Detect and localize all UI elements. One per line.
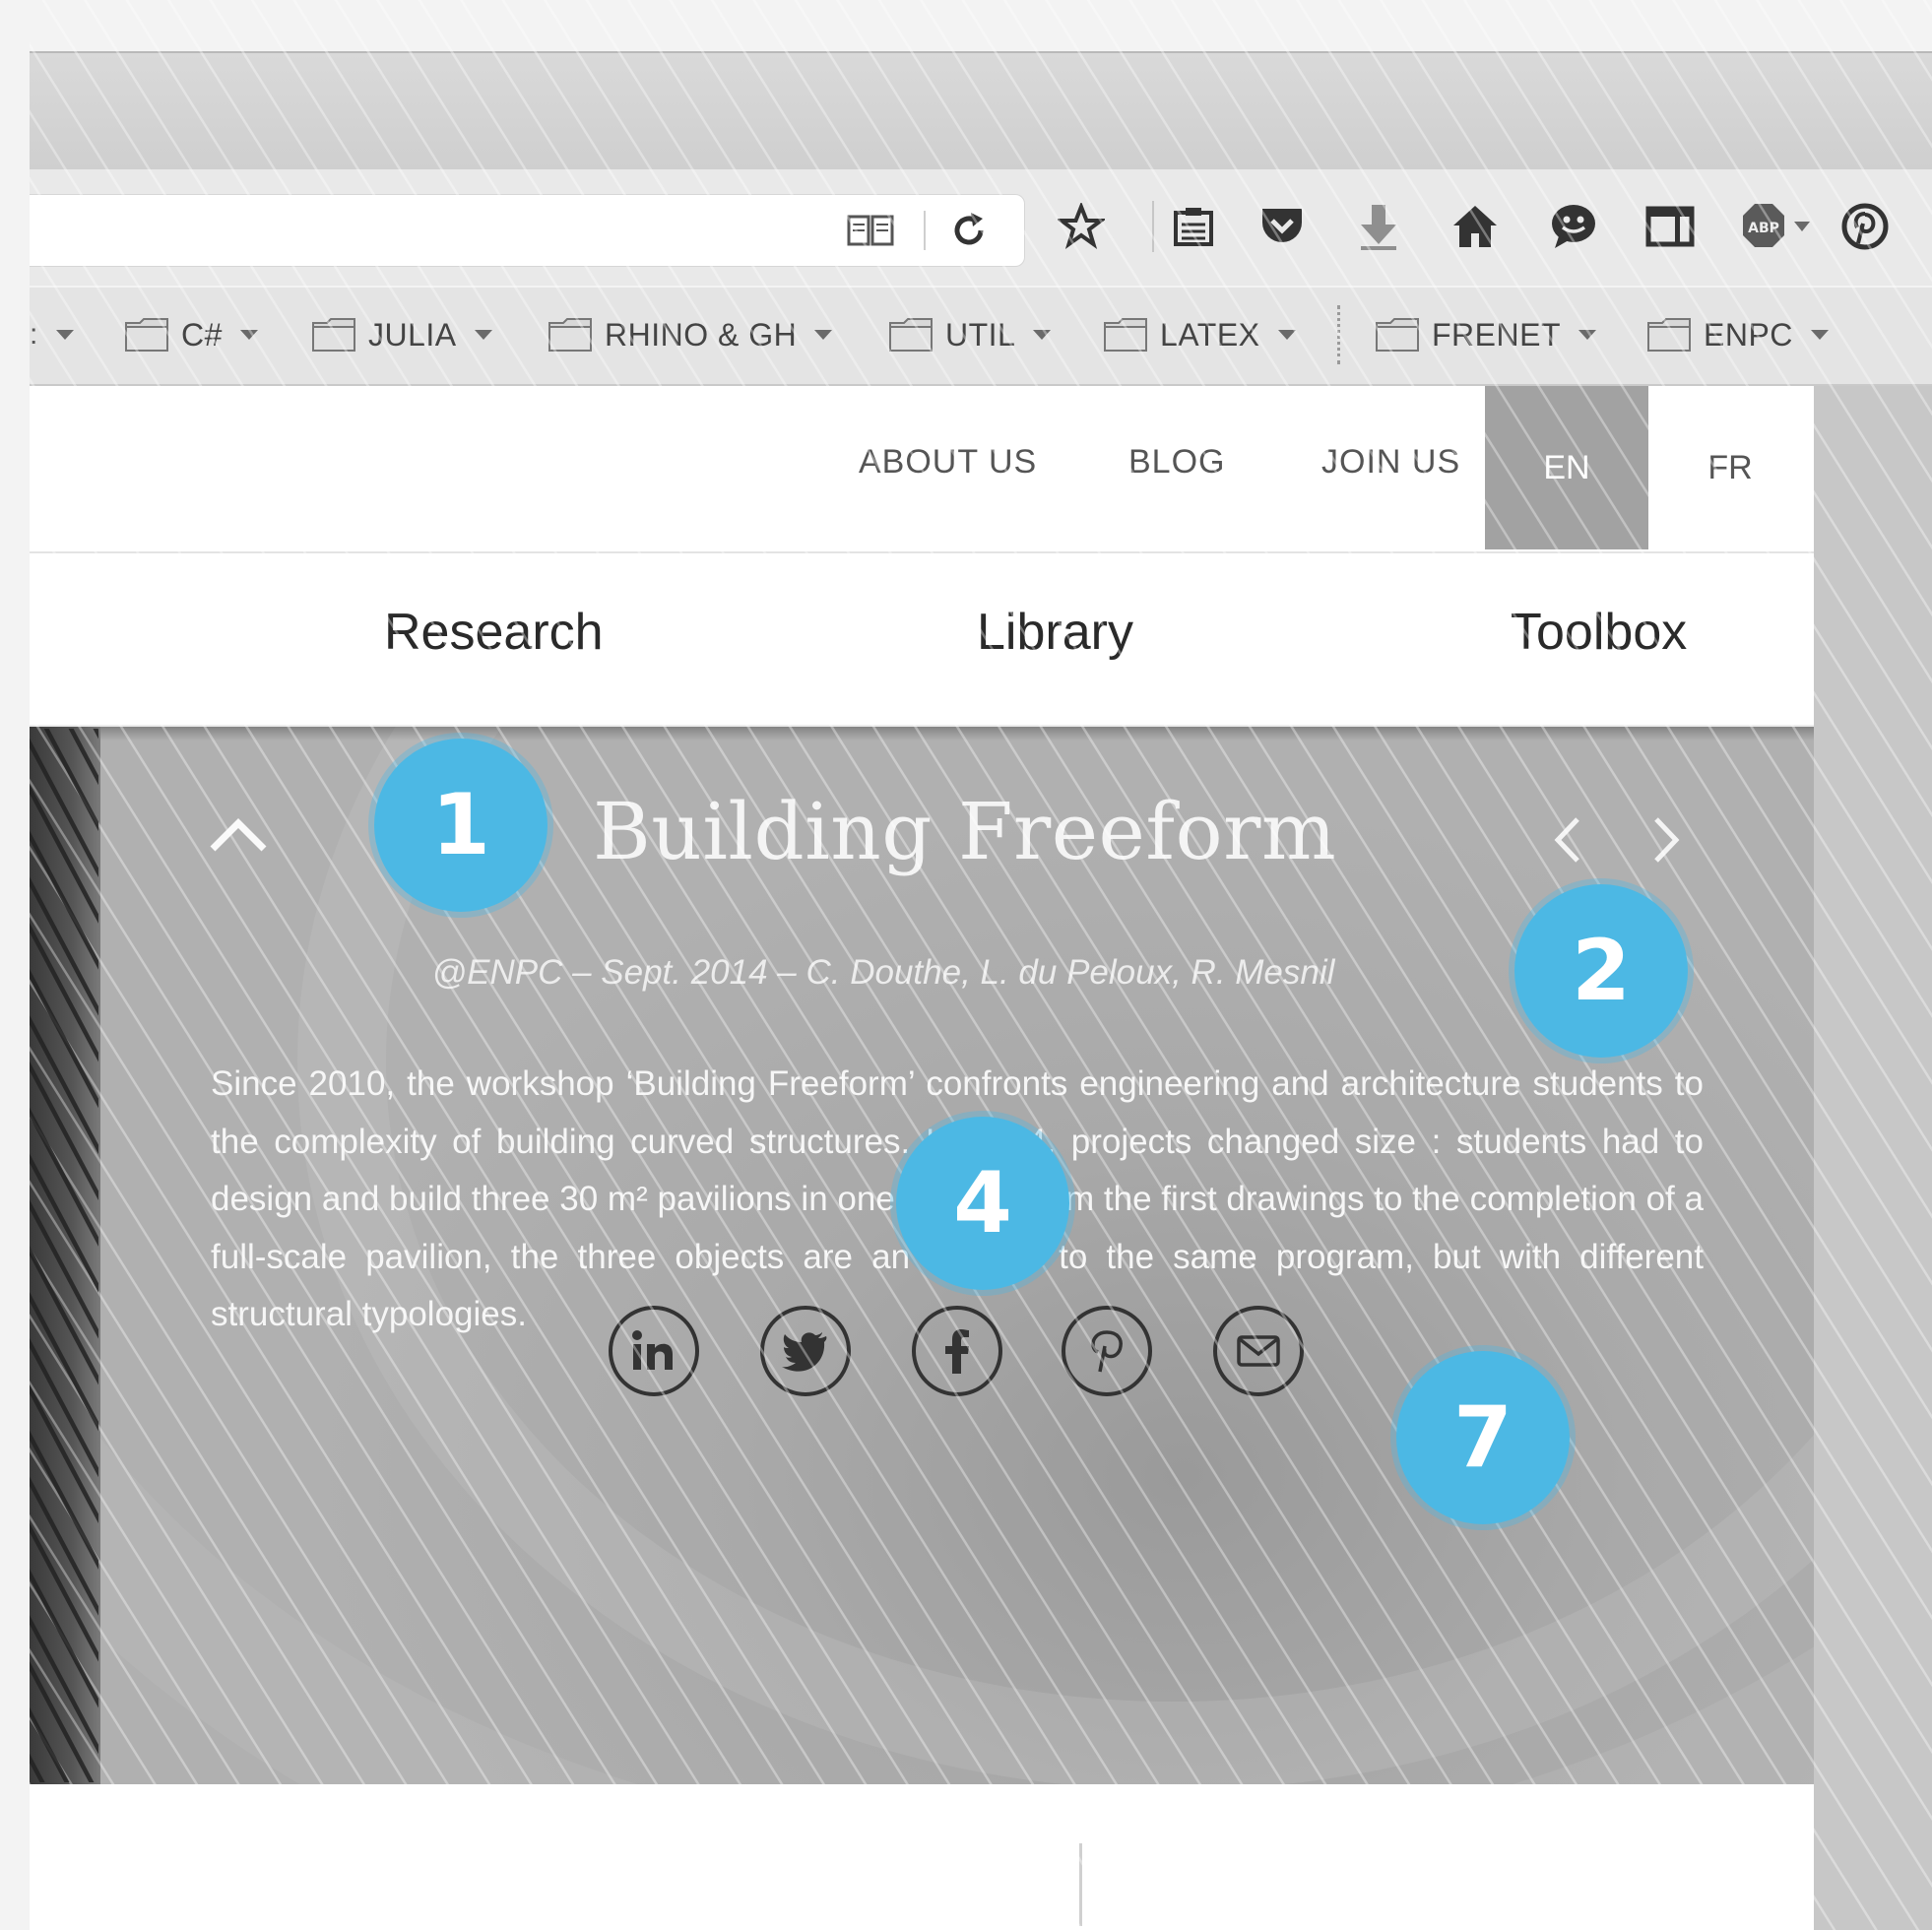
folder-icon	[548, 318, 592, 352]
scrollbar-track[interactable]	[1814, 386, 1932, 1930]
bookmark-folder-rhino[interactable]: RHINO & GH	[547, 309, 833, 360]
hero-subtitle: @ENPC – Sept. 2014 – C. Douthe, L. du Pe…	[431, 953, 1335, 992]
bookmark-overflow[interactable]: :	[30, 309, 74, 360]
pocket-icon[interactable]	[1255, 199, 1310, 254]
annotation-marker-2: 2	[1514, 884, 1688, 1058]
chevron-down-icon	[1277, 330, 1296, 340]
reload-icon[interactable]	[945, 207, 993, 254]
chevron-down-icon	[1033, 330, 1052, 340]
pinterest-icon[interactable]	[1837, 199, 1893, 254]
bookmark-folder-latex[interactable]: LATEX	[1103, 309, 1296, 360]
bookmark-folder-julia[interactable]: JULIA	[311, 309, 492, 360]
reader-view-icon[interactable]	[847, 207, 894, 254]
folder-icon	[1647, 318, 1691, 352]
folder-icon	[125, 318, 168, 352]
chevron-down-icon	[474, 330, 492, 340]
chevron-down-icon	[239, 330, 258, 340]
url-bar[interactable]	[30, 194, 1025, 267]
chevron-down-icon	[1578, 330, 1596, 340]
footer-divider	[1079, 1843, 1082, 1926]
adblock-icon[interactable]: ABP	[1739, 199, 1818, 254]
lang-en-button[interactable]: EN	[1485, 386, 1648, 549]
browser-toolbar: ABP	[30, 169, 1932, 286]
nav-divider	[30, 551, 1814, 553]
bookmark-label: C#	[181, 316, 223, 353]
bookmark-folder-csharp[interactable]: C#	[124, 309, 258, 360]
chevron-down-icon	[1810, 330, 1829, 340]
previous-slide-peek[interactable]	[30, 727, 100, 1784]
main-nav-research[interactable]: Research	[384, 603, 604, 662]
bookmark-folder-util[interactable]: UTIL	[888, 309, 1052, 360]
twitter-icon[interactable]	[760, 1306, 851, 1396]
bookmarks-list-icon[interactable]	[1166, 199, 1221, 254]
url-separator	[924, 211, 926, 250]
chevron-right-icon[interactable]	[1646, 813, 1686, 867]
annotation-marker-7: 7	[1396, 1351, 1570, 1524]
adblock-label: ABP	[1748, 221, 1779, 236]
facebook-icon[interactable]	[912, 1306, 1002, 1396]
downloads-icon[interactable]	[1351, 199, 1406, 254]
main-nav-toolbox[interactable]: Toolbox	[1511, 603, 1687, 662]
sidebar-icon[interactable]	[1642, 199, 1698, 254]
folder-icon	[312, 318, 355, 352]
bookmark-label: JULIA	[368, 316, 457, 353]
folder-icon	[1376, 318, 1419, 352]
hero-title: Building Freeform	[593, 786, 1337, 877]
toolbar-separator	[1152, 201, 1154, 252]
bookmark-separator	[1337, 305, 1340, 364]
bookmark-label: FRENET	[1432, 316, 1561, 353]
bookmark-folder-frenet[interactable]: FRENET	[1375, 309, 1596, 360]
bookmarks-bar: : C# JULIA RHINO & GH UTIL LATEX FRENET …	[30, 288, 1932, 386]
email-icon[interactable]	[1213, 1306, 1304, 1396]
linkedin-icon[interactable]	[609, 1306, 699, 1396]
home-icon[interactable]	[1448, 199, 1503, 254]
chevron-up-icon[interactable]	[209, 805, 268, 865]
bookmark-label: RHINO & GH	[605, 316, 798, 353]
nav-about-us[interactable]: ABOUT US	[859, 443, 1037, 482]
folder-icon	[1104, 318, 1147, 352]
lang-fr-button[interactable]: FR	[1648, 386, 1812, 549]
overflow-glyph: :	[30, 318, 38, 351]
browser-titlebar	[30, 51, 1932, 171]
chevron-down-icon	[55, 330, 74, 340]
annotation-marker-4: 4	[896, 1117, 1069, 1290]
bookmark-label: UTIL	[945, 316, 1016, 353]
pinterest-icon[interactable]	[1062, 1306, 1152, 1396]
annotation-marker-1: 1	[374, 739, 547, 912]
screenshot-canvas: ABP : C# JULIA RHINO & GH UTIL LATEX FRE…	[0, 0, 1932, 1930]
bookmark-folder-enpc[interactable]: ENPC	[1646, 309, 1829, 360]
main-nav-library[interactable]: Library	[977, 603, 1133, 662]
top-nav: ABOUT US BLOG JOIN US EN FR	[30, 386, 1814, 553]
folder-icon	[889, 318, 933, 352]
hero-top-shadow	[100, 727, 1814, 740]
chat-icon[interactable]	[1546, 199, 1601, 254]
bookmark-label: ENPC	[1704, 316, 1793, 353]
nav-join-us[interactable]: JOIN US	[1321, 443, 1460, 482]
bookmark-label: LATEX	[1160, 316, 1260, 353]
chevron-left-icon[interactable]	[1548, 813, 1587, 867]
nav-blog[interactable]: BLOG	[1128, 443, 1225, 482]
chevron-down-icon	[814, 330, 833, 340]
bookmark-star-icon[interactable]	[1054, 199, 1109, 254]
